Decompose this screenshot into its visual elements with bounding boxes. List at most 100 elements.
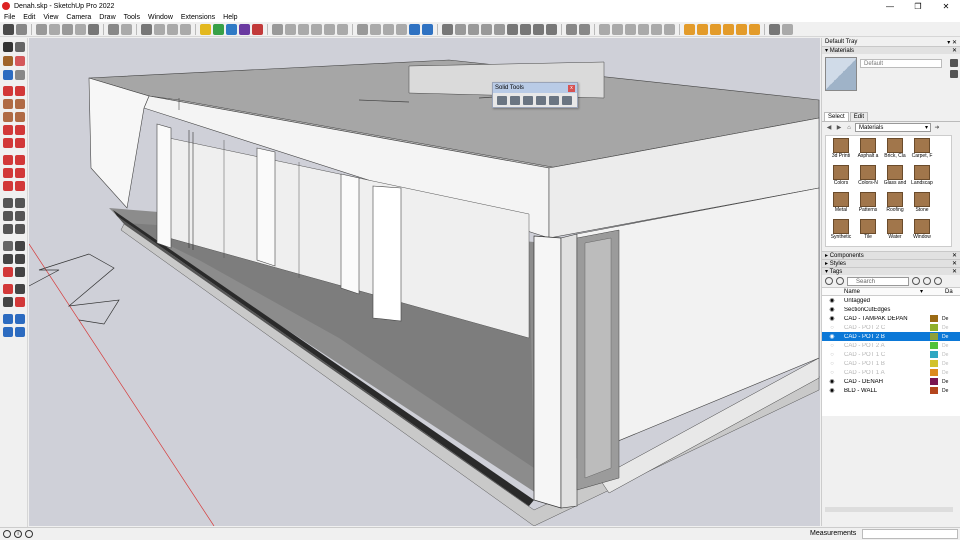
wireframe-icon[interactable] — [383, 23, 394, 35]
eye-icon[interactable]: ◉ — [828, 306, 836, 313]
tag-color-swatch[interactable] — [930, 387, 938, 394]
tag-row[interactable]: ◉ Untagged — [822, 296, 960, 305]
dimension-icon[interactable] — [494, 23, 505, 35]
solid-tools-palette[interactable]: Solid Tools x — [492, 82, 578, 108]
top-view-icon[interactable] — [285, 23, 296, 35]
pan-icon[interactable] — [49, 23, 60, 35]
color-by-tag-icon[interactable] — [923, 277, 931, 285]
tag-color-swatch[interactable] — [930, 333, 938, 340]
tag-color-swatch[interactable] — [930, 315, 938, 322]
library-select[interactable]: Materials — [855, 123, 931, 132]
extension-warehouse-icon[interactable] — [3, 327, 13, 337]
eraser-icon[interactable] — [15, 56, 25, 66]
material-folder[interactable]: Tile — [855, 219, 881, 245]
storefront-icon[interactable] — [546, 23, 557, 35]
model-viewport[interactable]: Solid Tools x — [29, 38, 820, 526]
axes-tool-icon[interactable] — [3, 224, 13, 234]
warehouse-tool-icon[interactable] — [3, 314, 13, 324]
protractor-icon[interactable] — [3, 211, 13, 221]
fog-icon[interactable] — [239, 23, 250, 35]
material-folder[interactable]: Colors-N — [855, 165, 881, 191]
axes-icon[interactable] — [481, 23, 492, 35]
panel-close-icon[interactable]: ✕ — [952, 47, 960, 54]
circle-tool-icon[interactable] — [3, 112, 13, 122]
orbit-icon[interactable] — [36, 23, 47, 35]
freehand-tool-icon[interactable] — [15, 86, 25, 96]
material-folder[interactable]: Colors — [828, 165, 854, 191]
intersect-icon[interactable] — [612, 23, 623, 35]
tag-color-swatch[interactable] — [930, 342, 938, 349]
materials-panel-header[interactable]: ▾ Materials ✕ — [822, 46, 960, 54]
eye-icon[interactable]: ◉ — [828, 387, 836, 394]
tag-row[interactable]: ◉ SectionCutEdges — [822, 305, 960, 314]
panel-close-icon[interactable]: ✕ — [952, 268, 960, 275]
pie-icon[interactable] — [749, 23, 760, 35]
trim-tool-icon[interactable] — [549, 96, 559, 105]
pan-tool-icon[interactable] — [15, 241, 25, 251]
union-icon[interactable] — [625, 23, 636, 35]
front-view-icon[interactable] — [298, 23, 309, 35]
menu-tools[interactable]: Tools — [120, 14, 144, 21]
share-model-icon[interactable] — [15, 314, 25, 324]
menu-draw[interactable]: Draw — [95, 14, 119, 21]
home-icon[interactable]: ⌂ — [845, 124, 853, 132]
tag-row[interactable]: ○ CAD - POT 1 A De — [822, 368, 960, 377]
warehouse-icon[interactable] — [3, 23, 14, 35]
tag-row[interactable]: ○ CAD - POT 2 C De — [822, 323, 960, 332]
material-folder[interactable]: Brick, Cla — [882, 138, 908, 164]
panel-close-icon[interactable]: ✕ — [952, 252, 960, 259]
tag-row[interactable]: ◉ CAD - TAMPAK DEPAN De — [822, 314, 960, 323]
push-pull-icon[interactable] — [15, 155, 25, 165]
hidden-line-icon[interactable] — [396, 23, 407, 35]
zoom-icon[interactable] — [62, 23, 73, 35]
tag-color-swatch[interactable] — [930, 351, 938, 358]
eye-hidden-icon[interactable]: ○ — [828, 325, 836, 331]
intersect-tool-icon[interactable] — [510, 96, 520, 105]
eye-icon[interactable]: ◉ — [828, 378, 836, 385]
tag-row-selected[interactable]: ◉ CAD - POT 2 B De — [822, 332, 960, 341]
material-folder[interactable]: Carpet, F — [909, 138, 935, 164]
tag-color-swatch[interactable] — [930, 324, 938, 331]
outer-shell-icon[interactable] — [599, 23, 610, 35]
tag-row[interactable]: ○ CAD - POT 2 A De — [822, 341, 960, 350]
material-folder[interactable]: Water — [882, 219, 908, 245]
minimize-icon[interactable]: — — [876, 0, 904, 12]
pie-tool-icon[interactable] — [15, 138, 25, 148]
style-icon[interactable] — [252, 23, 263, 35]
tag-row[interactable]: ○ CAD - POT 1 B De — [822, 359, 960, 368]
walk-icon[interactable] — [442, 23, 453, 35]
instructor-icon[interactable] — [25, 530, 33, 538]
redo-icon[interactable] — [167, 23, 178, 35]
outer-shell-tool-icon[interactable] — [497, 96, 507, 105]
move-icon[interactable] — [3, 155, 13, 165]
help-icon[interactable] — [782, 23, 793, 35]
split-tool-icon[interactable] — [562, 96, 572, 105]
menu-edit[interactable]: Edit — [19, 14, 39, 21]
shaded-textures-icon[interactable] — [422, 23, 433, 35]
dimension-tool-icon[interactable] — [15, 198, 25, 208]
line-tool-icon[interactable] — [3, 86, 13, 96]
eye-hidden-icon[interactable]: ○ — [828, 352, 836, 358]
arc-icon[interactable] — [697, 23, 708, 35]
group-icon[interactable] — [566, 23, 577, 35]
tape-measure-icon[interactable] — [3, 198, 13, 208]
previous-view-icon[interactable] — [88, 23, 99, 35]
components-panel-header[interactable]: ▸ Components ✕ — [822, 251, 960, 259]
menu-window[interactable]: Window — [144, 14, 177, 21]
material-folder[interactable]: Patterns — [855, 192, 881, 218]
xray-icon[interactable] — [357, 23, 368, 35]
polygon-tool-icon[interactable] — [15, 112, 25, 122]
material-folder[interactable]: 3d Printi — [828, 138, 854, 164]
house-2-icon[interactable] — [520, 23, 531, 35]
details-icon[interactable] — [934, 277, 942, 285]
back-edges-icon[interactable] — [370, 23, 381, 35]
tags-search-input[interactable]: Search — [847, 276, 909, 286]
tags-panel-header[interactable]: ▾ Tags ✕ — [822, 267, 960, 275]
sort-icon[interactable]: ▾ — [920, 288, 923, 295]
zoom-tool-icon[interactable] — [3, 254, 13, 264]
material-folder[interactable]: Metal — [828, 192, 854, 218]
tab-edit[interactable]: Edit — [849, 112, 869, 121]
look-around-tool-icon[interactable] — [15, 284, 25, 294]
panel-close-icon[interactable]: ✕ — [952, 260, 960, 267]
styles-panel-header[interactable]: ▸ Styles ✕ — [822, 259, 960, 267]
